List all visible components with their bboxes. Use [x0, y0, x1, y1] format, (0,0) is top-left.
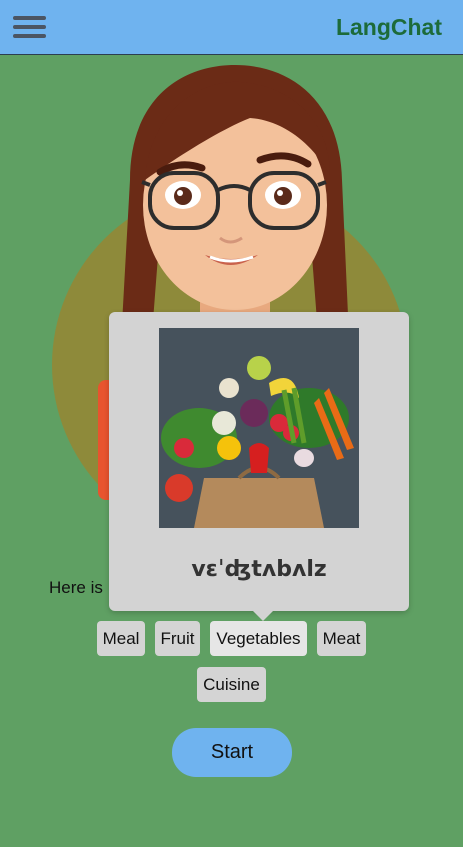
pronunciation-text: vɛˈʤtʌbʌlz [191, 557, 327, 582]
topic-chip-fruit[interactable]: Fruit [155, 621, 200, 656]
topic-chip-meal[interactable]: Meal [97, 621, 145, 656]
top-bar: LangChat [0, 0, 463, 55]
hamburger-icon-line [13, 25, 46, 29]
hamburger-icon-line [13, 34, 46, 38]
topic-chip-vegetables[interactable]: Vegetables [210, 621, 307, 656]
vegetables-image [159, 328, 359, 528]
word-popover: vɛˈʤtʌbʌlz [109, 312, 409, 621]
menu-button[interactable] [13, 14, 47, 40]
intro-lead: Here is [49, 578, 103, 597]
start-button[interactable]: Start [172, 728, 292, 777]
app-brand: LangChat [335, 14, 442, 40]
topic-chip-meat[interactable]: Meat [317, 621, 366, 656]
topic-chip-cuisine[interactable]: Cuisine [197, 667, 266, 702]
hamburger-icon-line [13, 16, 46, 20]
